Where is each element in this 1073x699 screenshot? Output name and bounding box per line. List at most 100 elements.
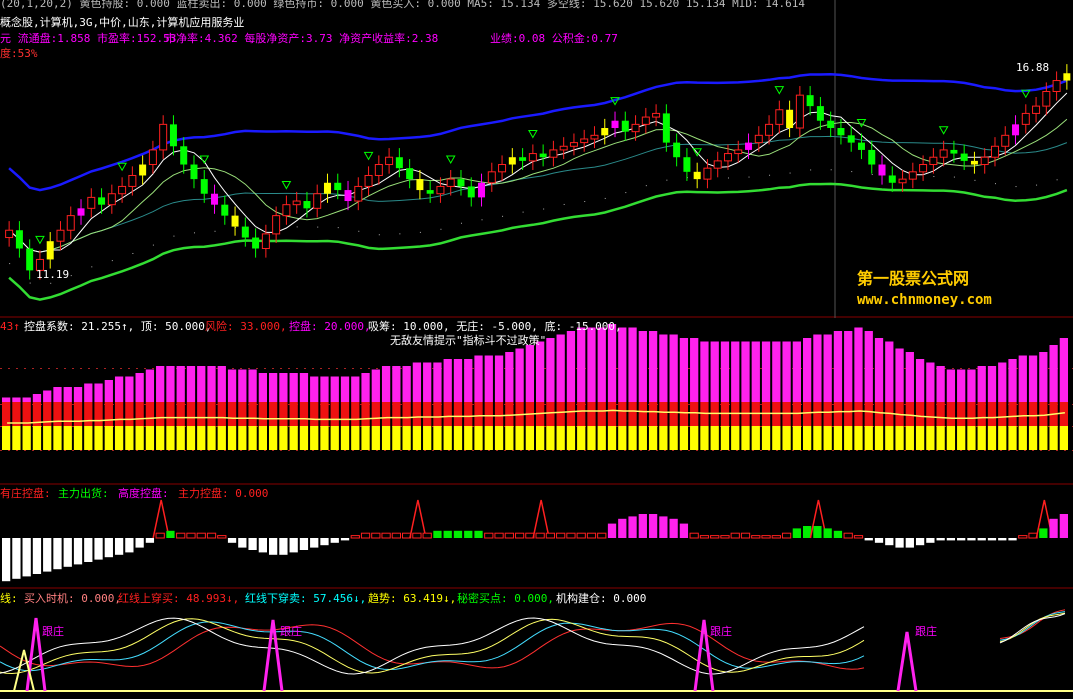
buy-signal-arrow [938, 126, 949, 135]
bar-top [2, 397, 11, 402]
dot-marker [604, 197, 606, 199]
histogram-bar [618, 518, 627, 538]
grid-dot [504, 450, 506, 451]
grid-dot [648, 450, 650, 451]
histogram-bar [412, 532, 422, 539]
histogram-bar [217, 535, 227, 539]
histogram-bar [227, 538, 237, 543]
histogram-bar [1018, 535, 1028, 539]
candle-body [364, 174, 373, 187]
grid-dot [528, 450, 530, 451]
dot-marker [666, 179, 668, 181]
candle-body [919, 164, 928, 173]
grid-dot [272, 450, 274, 451]
grid-dot [128, 368, 130, 369]
bar-top [669, 334, 678, 402]
grid-dot [536, 450, 538, 451]
bar-base [618, 426, 627, 450]
dot-marker [50, 282, 52, 284]
bar-mid [351, 402, 360, 426]
bar-top [392, 366, 401, 402]
dot-marker [440, 228, 442, 230]
bar-base [186, 426, 196, 450]
bar-top [63, 387, 72, 402]
histogram-bar [73, 538, 83, 565]
bar-top [792, 341, 801, 402]
buy-signal-arrow [528, 129, 538, 139]
dot-marker [481, 219, 483, 221]
dot-marker [830, 169, 832, 171]
bar-top [874, 338, 884, 402]
pane4-h5: 秘密买点: 0.000, [457, 592, 554, 605]
stock-concepts: 概念股,计算机,3G,中价,山东,计算机应用服务业 [0, 16, 245, 29]
candle-body [847, 135, 855, 143]
bar-mid [156, 402, 165, 426]
bar-mid [258, 402, 267, 426]
bar-mid [248, 402, 257, 426]
grid-dot [952, 368, 954, 369]
bar-mid [269, 402, 278, 426]
bar-base [1039, 426, 1048, 450]
bar-base [63, 426, 72, 450]
grid-dot [552, 450, 554, 451]
candle-body [528, 153, 537, 162]
candle-body [292, 200, 301, 206]
bar-base [648, 426, 658, 450]
bar-top [1018, 355, 1027, 402]
histogram-bar [94, 538, 103, 560]
bar-top [618, 327, 627, 402]
grid-dot [432, 450, 434, 451]
candle-body [354, 185, 363, 202]
pane4-h3: 红线下穿卖: 57.456↓, [245, 592, 367, 605]
histogram-bar [874, 538, 884, 543]
histogram-bar [22, 538, 31, 577]
grid-dot [376, 450, 378, 451]
candle-body [929, 156, 938, 166]
grid-dot [864, 450, 866, 451]
grid-dot [408, 450, 410, 451]
histogram-bar [474, 530, 483, 538]
bar-mid [566, 402, 576, 426]
grid-dot [136, 450, 138, 451]
grid-dot [256, 450, 258, 451]
stock-fundamentals-c: 业绩:0.08 公积金:0.77 [490, 32, 618, 45]
grid-dot [992, 450, 994, 451]
bar-base [381, 426, 391, 450]
bar-mid [833, 402, 843, 426]
bar-mid [73, 402, 83, 426]
candle-body [827, 120, 835, 129]
grid-dot [248, 450, 250, 451]
grid-dot [136, 368, 138, 369]
bar-mid [1039, 402, 1048, 426]
candle-body [416, 179, 424, 191]
histogram-bar [689, 532, 699, 539]
candle-body [252, 237, 260, 249]
candle-body [128, 174, 137, 187]
dot-marker [851, 171, 853, 173]
bar-top [1028, 355, 1038, 402]
bar-top [536, 341, 545, 402]
histogram-bar [320, 538, 329, 546]
dot-marker [563, 203, 565, 205]
grid-dot [1032, 450, 1034, 451]
grid-dot [616, 450, 618, 451]
bar-top [720, 341, 730, 402]
bar-mid [176, 402, 185, 426]
grid-dot [40, 450, 42, 451]
dot-marker [810, 169, 812, 171]
grid-dot [80, 368, 82, 369]
candle-body [1032, 105, 1041, 114]
dot-marker [769, 174, 771, 176]
bar-mid [114, 402, 124, 426]
bar-mid [104, 402, 113, 426]
grid-dot [624, 450, 626, 451]
bar-base [854, 426, 863, 450]
bar-mid [679, 402, 689, 426]
grid-dot [352, 368, 354, 369]
bar-mid [936, 402, 945, 426]
bar-base [453, 426, 463, 450]
grid-dot [8, 450, 10, 451]
grid-dot [1064, 450, 1066, 451]
bar-mid [207, 402, 216, 426]
grid-dot [808, 450, 810, 451]
